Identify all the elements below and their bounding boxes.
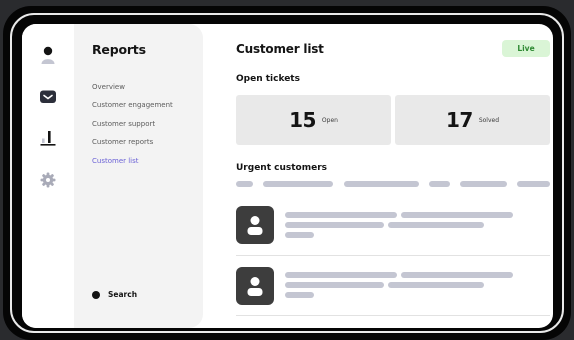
- row-placeholder: [388, 282, 484, 288]
- avatar: [236, 206, 274, 244]
- header-placeholder: [429, 181, 450, 187]
- chart-icon[interactable]: [38, 128, 58, 148]
- row-placeholder: [285, 232, 314, 238]
- open-tickets-card[interactable]: 15 Open: [236, 95, 391, 145]
- app-window: Reports Overview Customer engagement Cus…: [22, 24, 553, 328]
- row-placeholder: [285, 212, 397, 218]
- main-content: Customer list Live Open tickets 15 Open …: [236, 24, 550, 328]
- sidebar-item-customer-engagement[interactable]: Customer engagement: [92, 100, 173, 118]
- row-placeholder: [285, 272, 397, 278]
- icon-rail: [22, 24, 75, 328]
- sidebar-item-customer-list[interactable]: Customer list: [92, 156, 173, 174]
- open-count: 15: [289, 108, 316, 132]
- row-divider: [236, 315, 550, 316]
- urgent-customers-title: Urgent customers: [236, 163, 327, 173]
- row-placeholder: [285, 282, 384, 288]
- row-placeholder: [388, 222, 484, 228]
- solved-label: Solved: [478, 116, 500, 124]
- row-placeholder: [401, 212, 513, 218]
- search-icon: [92, 290, 100, 299]
- sidebar-item-customer-support[interactable]: Customer support: [92, 119, 173, 137]
- search-button[interactable]: Search: [92, 290, 137, 299]
- user-icon[interactable]: [38, 45, 58, 65]
- row-placeholder: [285, 292, 314, 298]
- status-badge: Live: [502, 40, 550, 57]
- search-label: Search: [108, 290, 138, 299]
- solved-count: 17: [445, 108, 473, 132]
- open-tickets-title: Open tickets: [236, 74, 300, 84]
- header-placeholder: [236, 181, 253, 187]
- reports-sidebar: Reports Overview Customer engagement Cus…: [74, 24, 203, 328]
- header-placeholder: [460, 181, 507, 187]
- page-title: Customer list: [236, 42, 324, 56]
- sidebar-title: Reports: [92, 42, 146, 57]
- row-divider: [236, 255, 550, 256]
- solved-tickets-card[interactable]: 17 Solved: [395, 95, 550, 145]
- sidebar-item-overview[interactable]: Overview: [92, 82, 173, 100]
- header-placeholder: [517, 181, 550, 187]
- row-placeholder: [285, 222, 384, 228]
- open-label: Open: [321, 116, 338, 124]
- header-placeholder: [344, 181, 419, 187]
- inbox-icon[interactable]: [38, 87, 58, 107]
- avatar: [236, 267, 274, 305]
- row-placeholder: [401, 272, 513, 278]
- sidebar-nav: Overview Customer engagement Customer su…: [92, 82, 173, 174]
- settings-icon[interactable]: [38, 170, 58, 190]
- header-placeholder: [263, 181, 333, 187]
- sidebar-item-customer-reports[interactable]: Customer reports: [92, 137, 173, 155]
